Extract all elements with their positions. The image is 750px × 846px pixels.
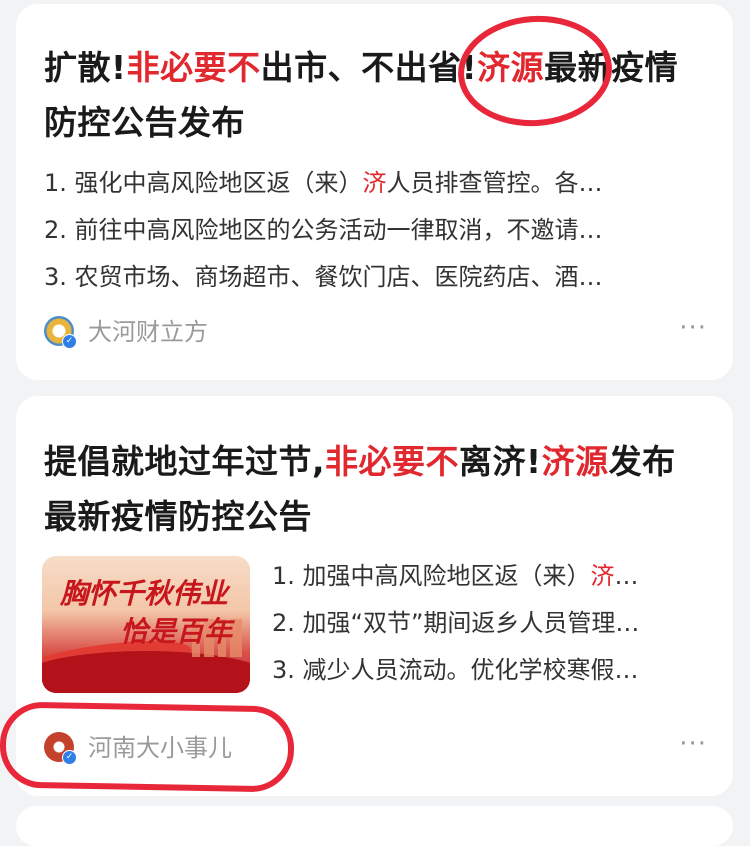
thumbnail-text-1: 胸怀千秋伟业 [60, 577, 229, 610]
title-highlight: 济源 [477, 48, 545, 87]
title-text: 扩散! [44, 48, 127, 87]
summary-line: 1. 加强中高风险地区返（来）济… [272, 562, 639, 590]
title-text: 离济! [459, 442, 542, 481]
thumbnail-text-2: 恰是百年 [120, 615, 233, 648]
summary-line: 1. 强化中高风险地区返（来）济人员排查管控。各… [44, 169, 603, 197]
title-highlight: 济源 [541, 442, 609, 481]
news-thumbnail[interactable]: 胸怀千秋伟业 恰是百年 [42, 556, 250, 693]
title-text: 出市、不出省! [260, 48, 478, 87]
more-options-icon[interactable]: ··· [679, 726, 707, 762]
thumbnail-wave [42, 651, 250, 693]
author-name[interactable]: 大河财立方 [88, 310, 208, 354]
card-footer: ✓ 大河财立方 ··· [44, 310, 707, 350]
summary-line: 2. 前往中高风险地区的公务活动一律取消，不邀请… [44, 216, 603, 244]
news-title[interactable]: 提倡就地过年过节,非必要不离济!济源发布最新疫情防控公告 [44, 434, 707, 544]
summary-lines: 1. 加强中高风险地区返（来）济… 2. 加强“双节”期间返乡人员管理… 3. … [272, 553, 712, 694]
summary-line: 3. 减少人员流动。优化学校寒假… [272, 656, 639, 684]
title-text: 提倡就地过年过节, [44, 442, 326, 481]
news-card-1[interactable]: 扩散!非必要不出市、不出省!济源最新疫情防控公告发布 1. 强化中高风险地区返（… [16, 4, 733, 380]
summary-lines: 1. 强化中高风险地区返（来）济人员排查管控。各… 2. 前往中高风险地区的公务… [44, 160, 704, 301]
title-highlight: 非必要不 [325, 442, 460, 481]
author-name[interactable]: 河南大小事儿 [88, 726, 232, 770]
news-card-2[interactable]: 提倡就地过年过节,非必要不离济!济源发布最新疫情防控公告 胸怀千秋伟业 恰是百年… [16, 396, 733, 796]
card-footer: ✓ 河南大小事儿 ··· [44, 726, 707, 766]
verified-icon: ✓ [62, 334, 77, 349]
summary-line: 3. 农贸市场、商场超市、餐饮门店、医院药店、酒… [44, 263, 603, 291]
more-options-icon[interactable]: ··· [679, 310, 707, 346]
verified-icon: ✓ [62, 750, 77, 765]
news-card-3-partial[interactable] [16, 806, 733, 846]
title-highlight: 非必要不 [126, 48, 261, 87]
news-title[interactable]: 扩散!非必要不出市、不出省!济源最新疫情防控公告发布 [44, 40, 707, 150]
summary-line: 2. 加强“双节”期间返乡人员管理… [272, 609, 640, 637]
